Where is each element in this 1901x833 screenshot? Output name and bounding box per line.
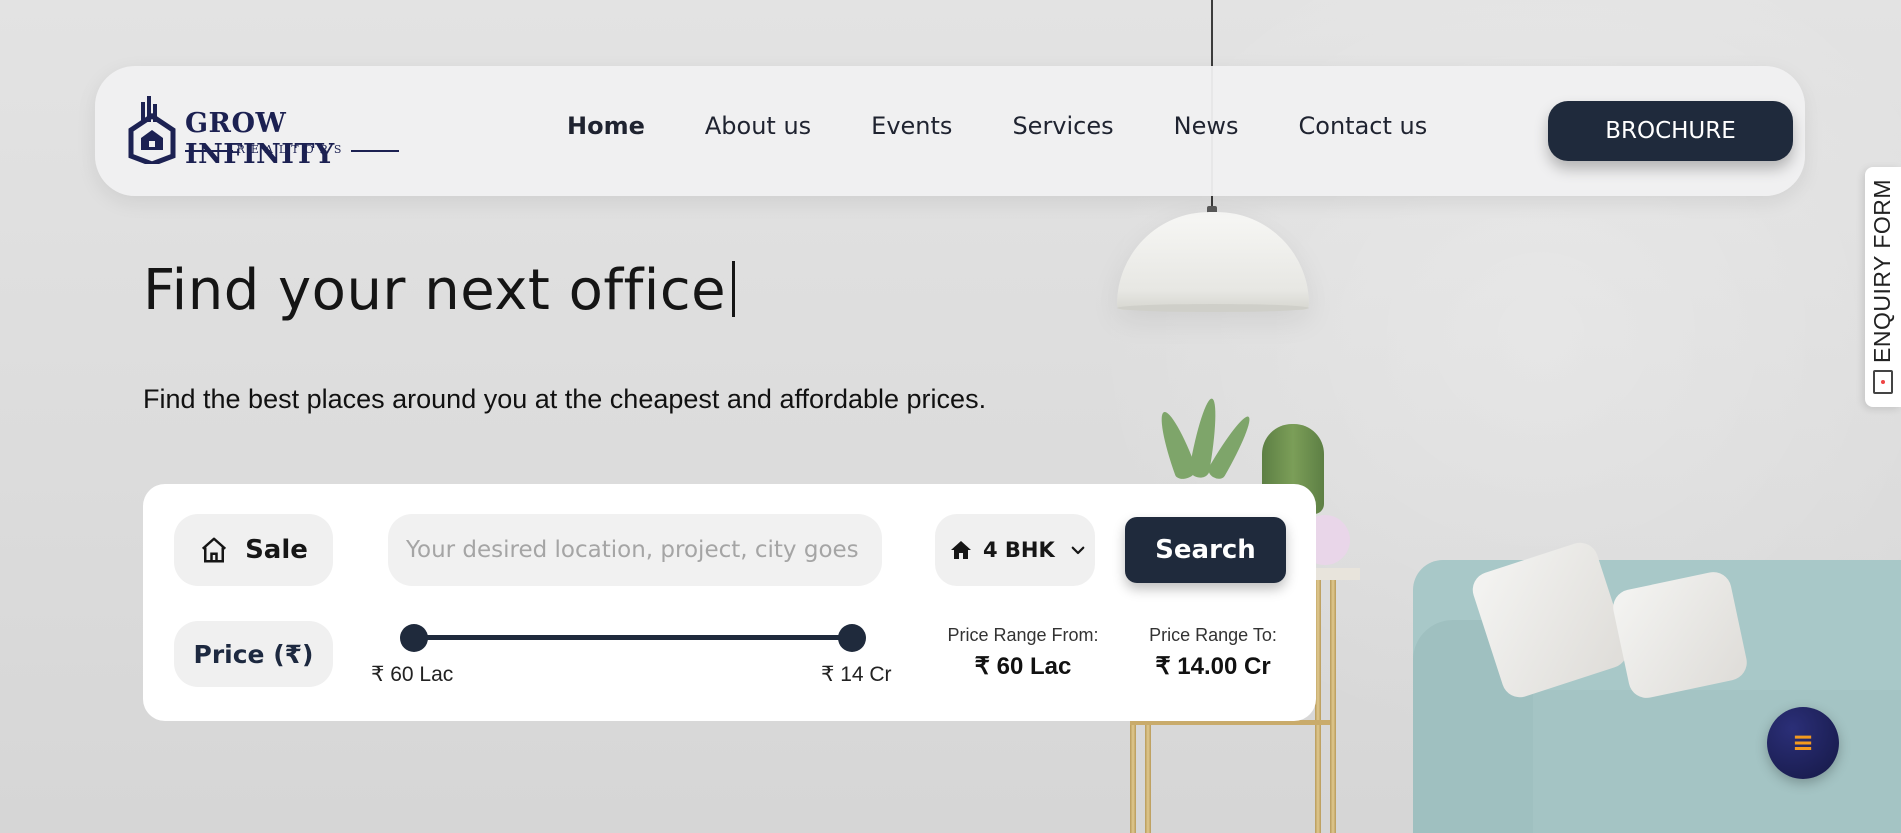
home-outline-icon xyxy=(201,537,227,563)
price-range-from: Price Range From: ₹ 60 Lac xyxy=(938,625,1108,681)
brand-logo[interactable]: GROW INFINITY REALTORS xyxy=(127,96,417,170)
sofa-seat xyxy=(1533,690,1901,833)
property-search-card: Sale 4 BHK Search Price (₹) ₹ 60 Lac ₹ 1… xyxy=(143,484,1316,721)
home-filled-icon xyxy=(951,541,971,559)
price-slider-min-thumb[interactable] xyxy=(400,624,428,652)
enquiry-form-label: ENQUIRY FORM xyxy=(1869,178,1895,363)
nav-services[interactable]: Services xyxy=(1012,112,1113,140)
bhk-dropdown[interactable]: 4 BHK xyxy=(935,514,1095,586)
lamp-rim xyxy=(1117,304,1309,312)
hero-title-text: Find your next office xyxy=(143,258,727,323)
price-label-pill: Price (₹) xyxy=(174,621,333,687)
price-slider-max-thumb[interactable] xyxy=(838,624,866,652)
menu-icon: ≡ xyxy=(1792,728,1814,758)
brand-tagline: REALTORS xyxy=(185,143,399,156)
nav-news[interactable]: News xyxy=(1174,112,1239,140)
hero-title: Find your next office xyxy=(143,258,736,323)
range-to-value: ₹ 14.00 Cr xyxy=(1155,653,1271,680)
location-search-input[interactable] xyxy=(388,514,882,586)
main-nav: Home About us Events Services News Conta… xyxy=(567,112,1487,140)
listing-type-toggle[interactable]: Sale xyxy=(174,514,333,586)
listing-type-label: Sale xyxy=(245,535,308,565)
range-to-label: Price Range To: xyxy=(1149,625,1277,645)
table-leg xyxy=(1330,580,1336,833)
slider-min-label: ₹ 60 Lac xyxy=(371,663,454,686)
enquiry-form-tab[interactable]: ENQUIRY FORM xyxy=(1865,167,1901,407)
hero-subtitle: Find the best places around you at the c… xyxy=(143,384,987,414)
bhk-value: 4 BHK xyxy=(983,538,1055,562)
nav-about-us[interactable]: About us xyxy=(705,112,811,140)
nav-home[interactable]: Home xyxy=(567,112,645,140)
brand-name: GROW INFINITY xyxy=(185,108,335,170)
floating-menu-button[interactable]: ≡ xyxy=(1767,707,1839,779)
typing-cursor xyxy=(732,261,736,317)
range-from-label: Price Range From: xyxy=(947,625,1099,645)
form-icon xyxy=(1873,370,1893,394)
slider-max-label: ₹ 14 Cr xyxy=(821,663,892,686)
chevron-down-icon xyxy=(1071,546,1085,555)
price-slider-track[interactable] xyxy=(412,635,854,640)
brochure-button[interactable]: BROCHURE xyxy=(1548,101,1793,161)
nav-contact-us[interactable]: Contact us xyxy=(1299,112,1428,140)
nav-events[interactable]: Events xyxy=(871,112,952,140)
building-logo-icon xyxy=(128,96,176,164)
top-navbar: GROW INFINITY REALTORS Home About us Eve… xyxy=(95,66,1805,196)
search-button[interactable]: Search xyxy=(1125,517,1286,583)
range-from-value: ₹ 60 Lac xyxy=(974,653,1072,680)
price-range-to: Price Range To: ₹ 14.00 Cr xyxy=(1128,625,1298,681)
